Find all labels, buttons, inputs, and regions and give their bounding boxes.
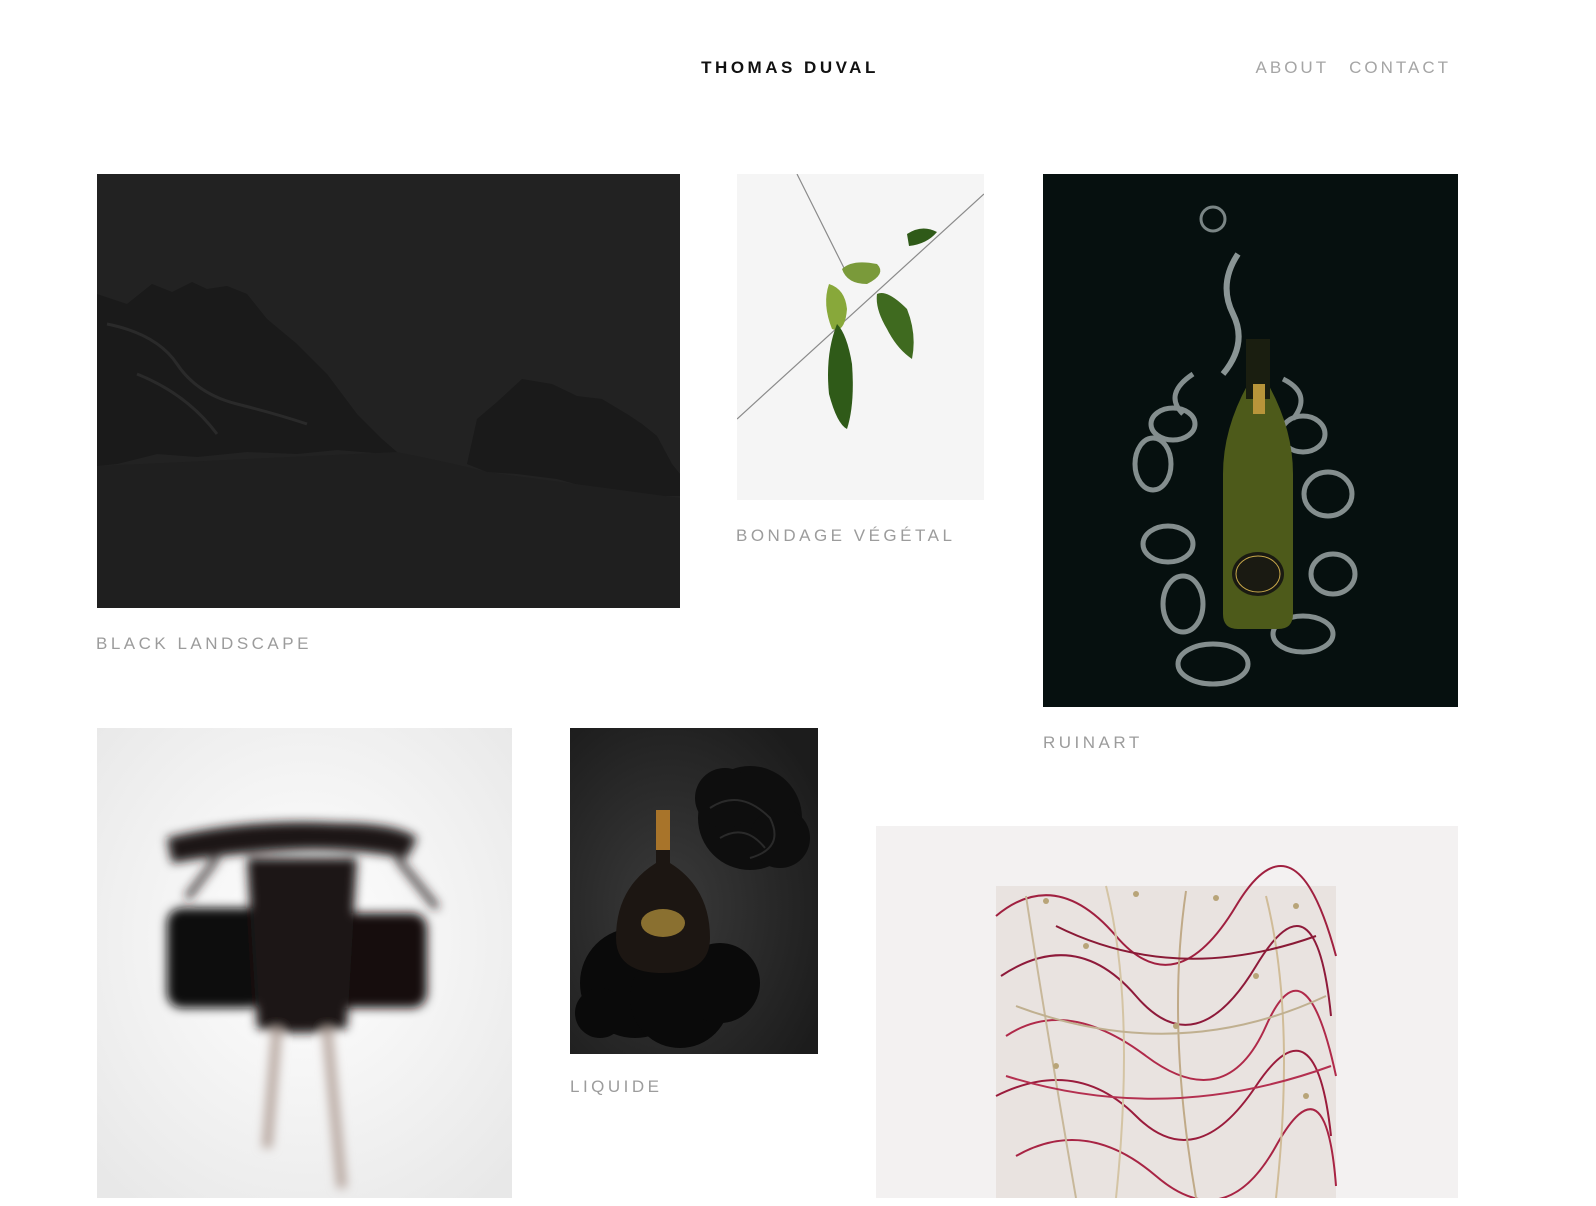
mountain-photo	[97, 174, 680, 608]
nav-about-link[interactable]: ABOUT	[1256, 58, 1330, 78]
caption-liquide[interactable]: LIQUIDE	[570, 1077, 663, 1097]
nav-contact-link[interactable]: CONTACT	[1349, 58, 1451, 78]
project-tile-sprouts[interactable]	[876, 826, 1458, 1198]
sprouts-photo	[876, 826, 1458, 1198]
caption-ruinart[interactable]: RUINART	[1043, 733, 1143, 753]
leaves-photo	[737, 174, 984, 500]
project-tile-black-landscape[interactable]	[97, 174, 680, 608]
project-tile-bondage-vegetal[interactable]	[737, 174, 984, 500]
cognac-photo	[570, 728, 818, 1054]
main-nav: ABOUT CONTACT	[1256, 58, 1451, 78]
champagne-photo	[1043, 174, 1458, 707]
caption-black-landscape[interactable]: BLACK LANDSCAPE	[96, 634, 312, 654]
caption-bondage-vegetal[interactable]: BONDAGE VÉGÉTAL	[736, 526, 955, 546]
figure-photo	[97, 728, 512, 1198]
project-tile-blurred-figure[interactable]	[97, 728, 512, 1198]
project-tile-ruinart[interactable]	[1043, 174, 1458, 707]
project-tile-liquide[interactable]	[570, 728, 818, 1054]
